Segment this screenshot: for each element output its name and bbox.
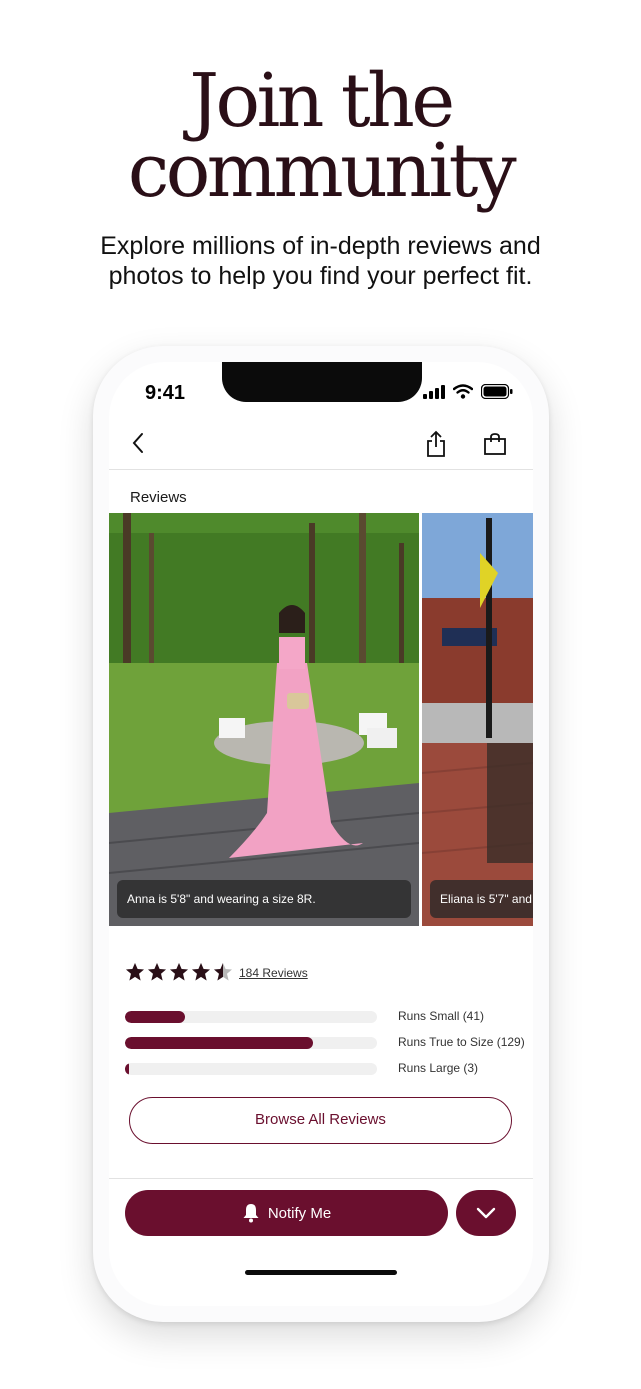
photo-caption: Eliana is 5'7" and xyxy=(430,880,533,918)
hero-title: Join the community xyxy=(0,58,641,214)
fit-bar-fill xyxy=(125,1011,185,1023)
rating-stars xyxy=(125,962,233,982)
hero-title-line-1: Join the xyxy=(189,58,455,144)
star-icon xyxy=(126,963,144,981)
star-icon xyxy=(214,963,232,981)
fit-row: Runs Large (3) xyxy=(125,1061,525,1075)
share-icon[interactable] xyxy=(425,430,447,458)
fit-bar-fill xyxy=(125,1063,129,1075)
phone-frame: 9:41 Reviews Anna is 5'8" and wearing a … xyxy=(93,346,549,1322)
hero-subtitle-line-2: photos to help you find your perfect fit… xyxy=(108,262,533,290)
status-icons xyxy=(423,384,513,399)
chevron-down-icon xyxy=(476,1207,496,1219)
hero-subtitle-line-1: Explore millions of in-depth reviews and xyxy=(100,232,541,260)
expand-options-button[interactable] xyxy=(456,1190,516,1236)
top-navbar xyxy=(109,418,533,470)
review-count-link[interactable]: 184 Reviews xyxy=(239,966,308,980)
hero-subtitle: Explore millions of in-depth reviews and… xyxy=(0,231,641,291)
bell-icon xyxy=(243,1204,259,1223)
review-photo[interactable]: Eliana is 5'7" and xyxy=(422,513,533,926)
star-icon xyxy=(148,963,166,981)
phone-screen: 9:41 Reviews Anna is 5'8" and wearing a … xyxy=(109,362,533,1306)
status-time: 9:41 xyxy=(145,382,186,404)
signal-icon xyxy=(423,384,445,399)
fit-label: Runs Large (3) xyxy=(398,1061,479,1075)
fit-bar-track xyxy=(125,1063,377,1075)
fit-bar-fill xyxy=(125,1037,313,1049)
hero-title-line-2: community xyxy=(127,128,517,214)
fit-row: Runs Small (41) xyxy=(125,1009,525,1023)
battery-icon xyxy=(481,384,513,399)
fit-bar-track xyxy=(125,1037,377,1049)
review-photo-2-image xyxy=(422,513,533,926)
back-chevron-icon[interactable] xyxy=(131,432,145,454)
browse-all-reviews-button[interactable]: Browse All Reviews xyxy=(129,1097,512,1144)
divider xyxy=(109,1178,533,1179)
reviews-heading: Reviews xyxy=(130,489,187,506)
fit-row: Runs True to Size (129) xyxy=(125,1035,525,1049)
fit-label: Runs True to Size (129) xyxy=(398,1035,525,1049)
fit-label: Runs Small (41) xyxy=(398,1009,485,1023)
shopping-bag-icon[interactable] xyxy=(483,432,507,456)
notify-me-label: Notify Me xyxy=(267,1204,332,1222)
review-photo[interactable]: Anna is 5'8" and wearing a size 8R. xyxy=(109,513,419,926)
photo-caption: Anna is 5'8" and wearing a size 8R. xyxy=(117,880,411,918)
wifi-icon xyxy=(453,384,473,399)
review-photo-1-image xyxy=(109,513,419,926)
notify-me-button[interactable]: Notify Me xyxy=(125,1190,448,1236)
fit-bar-track xyxy=(125,1011,377,1023)
star-icon xyxy=(170,963,188,981)
phone-notch xyxy=(222,362,422,402)
star-icon xyxy=(192,963,210,981)
home-indicator xyxy=(245,1270,397,1275)
